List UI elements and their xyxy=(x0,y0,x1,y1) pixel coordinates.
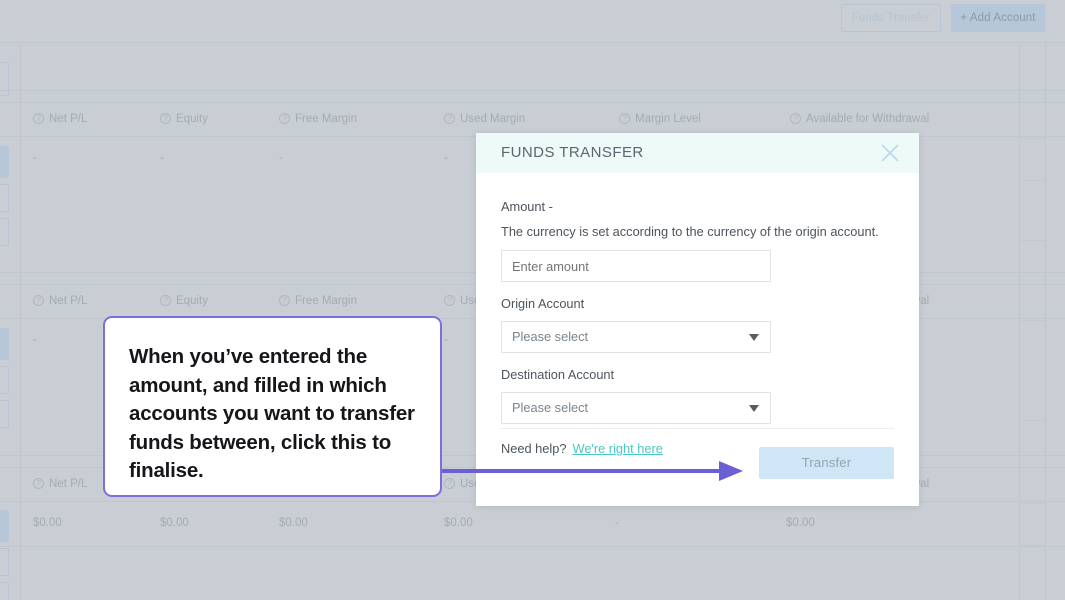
column-header: ? Net P/L xyxy=(33,285,87,318)
sidebar-action-secondary[interactable] xyxy=(0,548,9,576)
sidebar-action-tertiary[interactable] xyxy=(0,218,9,246)
help-icon[interactable]: ? xyxy=(160,295,171,306)
column-header: ?Margin Level xyxy=(619,103,701,136)
help-icon[interactable]: ? xyxy=(279,113,290,124)
annotation-callout-text: When you’ve entered the amount, and fill… xyxy=(129,345,415,482)
close-icon[interactable] xyxy=(877,140,903,166)
help-icon[interactable]: ? xyxy=(619,113,630,124)
annotation-callout: When you’ve entered the amount, and fill… xyxy=(103,316,442,497)
help-icon[interactable]: ? xyxy=(160,113,171,124)
panel-edge xyxy=(1019,545,1045,546)
annotation-arrow xyxy=(436,461,743,481)
need-help-label: Need help? xyxy=(501,441,567,456)
cell-used-margin: $0.00 xyxy=(444,517,473,529)
cell-available-withdrawal: $0.00 xyxy=(786,517,815,529)
chevron-down-icon xyxy=(749,405,759,412)
column-header: ?Free Margin xyxy=(279,285,357,318)
cell-net-pl: - xyxy=(33,334,37,346)
help-icon[interactable]: ? xyxy=(790,113,801,124)
sidebar-action-top[interactable] xyxy=(0,62,9,96)
column-header: ?Available for Withdrawal xyxy=(790,103,929,136)
help-icon[interactable]: ? xyxy=(33,113,44,124)
column-header: ?Equity xyxy=(160,103,208,136)
column-header: ?Free Margin xyxy=(279,103,357,136)
destination-account-label: Destination Account xyxy=(501,367,615,382)
sidebar-action-primary[interactable] xyxy=(0,146,9,178)
cell-used-margin: - xyxy=(444,152,448,164)
footer-divider xyxy=(501,428,894,429)
need-help-text: Need help? We're right here xyxy=(501,441,663,456)
panel-edge xyxy=(1019,240,1045,241)
panel-edge xyxy=(1019,138,1045,139)
origin-account-value: Please select xyxy=(512,329,589,344)
amount-input[interactable] xyxy=(501,250,771,282)
cell-equity: $0.00 xyxy=(160,517,189,529)
table-row: $0.00 $0.00 $0.00 $0.00 - $0.00 xyxy=(0,508,1065,538)
help-icon[interactable]: ? xyxy=(33,478,44,489)
help-icon[interactable]: ? xyxy=(279,295,290,306)
table-header-row: ?Net P/L ?Equity ?Free Margin ?Used Marg… xyxy=(0,103,1065,136)
sidebar-action-tertiary[interactable] xyxy=(0,582,9,600)
help-icon[interactable]: ? xyxy=(33,295,44,306)
chevron-down-icon xyxy=(749,334,759,341)
cell-equity: - xyxy=(160,152,164,164)
column-header: ?Equity xyxy=(160,285,208,318)
sidebar-action-primary[interactable] xyxy=(0,328,9,360)
cell-margin-level: - xyxy=(615,517,619,529)
cell-net-pl: - xyxy=(33,152,37,164)
sidebar-action-tertiary[interactable] xyxy=(0,400,9,428)
cell-used-margin: - xyxy=(444,334,448,346)
sidebar-action-secondary[interactable] xyxy=(0,184,9,212)
origin-account-label: Origin Account xyxy=(501,296,585,311)
cell-free-margin: $0.00 xyxy=(279,517,308,529)
block-divider xyxy=(0,546,1065,547)
destination-account-select[interactable]: Please select xyxy=(501,392,771,424)
origin-account-select[interactable]: Please select xyxy=(501,321,771,353)
panel-edge xyxy=(1019,320,1045,321)
column-header: ? Net P/L xyxy=(33,468,87,501)
block-divider xyxy=(0,42,1065,43)
transfer-button[interactable]: Transfer xyxy=(759,447,894,479)
column-header: ? Net P/L xyxy=(33,103,87,136)
panel-edge xyxy=(1019,180,1045,181)
modal-header: FUNDS TRANSFER xyxy=(476,133,919,173)
help-link[interactable]: We're right here xyxy=(572,441,662,456)
sidebar-action-primary[interactable] xyxy=(0,510,9,542)
panel-edge xyxy=(1019,503,1045,504)
help-icon[interactable]: ? xyxy=(444,113,455,124)
currency-note: The currency is set according to the cur… xyxy=(501,224,879,239)
modal-body: Amount - The currency is set according t… xyxy=(476,173,919,424)
modal-title: FUNDS TRANSFER xyxy=(501,144,644,161)
cell-net-pl: $0.00 xyxy=(33,517,62,529)
column-header: ?Used Margin xyxy=(444,103,525,136)
amount-label: Amount - xyxy=(501,199,553,214)
help-icon[interactable]: ? xyxy=(444,295,455,306)
funds-transfer-button[interactable]: Funds Transfer xyxy=(841,4,941,32)
top-toolbar: Funds Transfer + Add Account xyxy=(0,0,1065,42)
sidebar-action-secondary[interactable] xyxy=(0,366,9,394)
add-account-button[interactable]: + Add Account xyxy=(951,4,1045,32)
destination-account-value: Please select xyxy=(512,400,589,415)
funds-transfer-modal: FUNDS TRANSFER Amount - The currency is … xyxy=(476,133,919,506)
block-divider xyxy=(0,90,1065,91)
panel-edge xyxy=(1019,420,1045,421)
cell-free-margin: - xyxy=(279,152,283,164)
